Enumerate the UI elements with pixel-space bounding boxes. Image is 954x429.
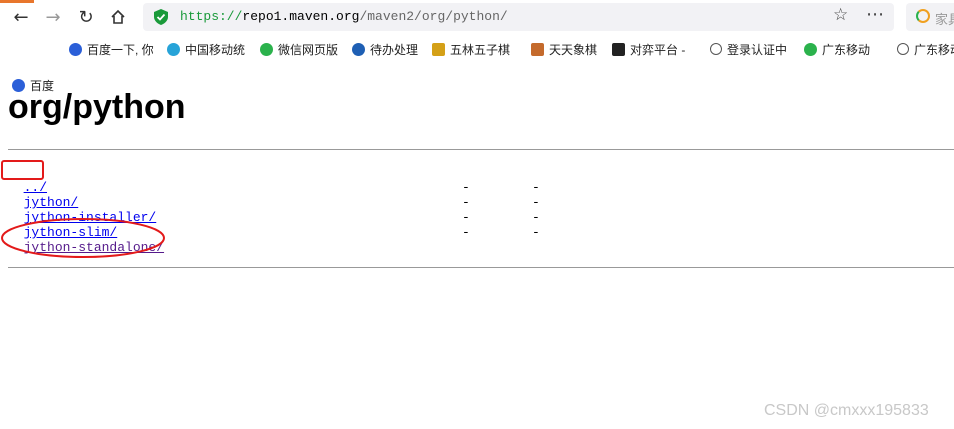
watermark: CSDN @cmxxx195833 <box>764 402 929 419</box>
annotation-ellipse-layer <box>1 218 165 258</box>
annotation-ellipse <box>1 218 165 258</box>
